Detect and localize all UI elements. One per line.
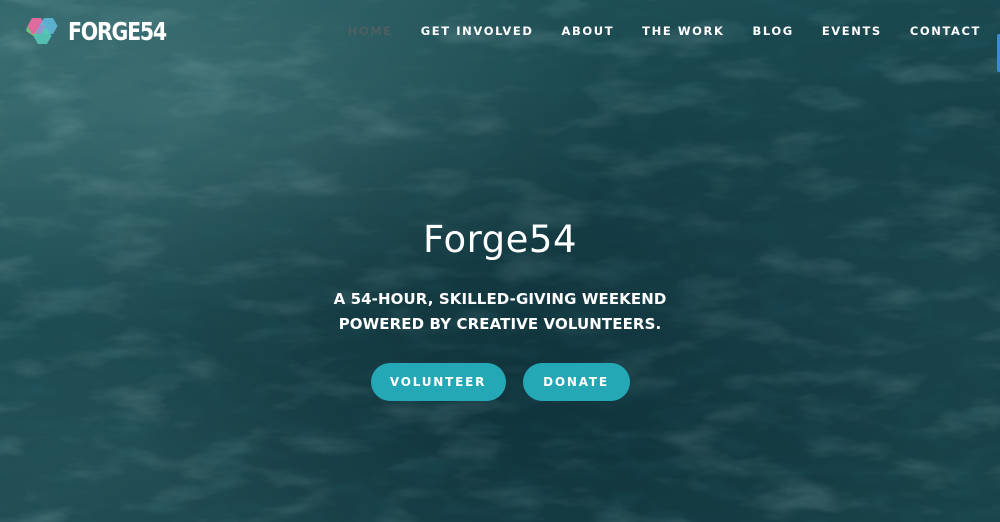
hero-subtitle-line-1: A 54-HOUR, SKILLED-GIVING WEEKEND (333, 290, 667, 308)
hero-subtitle: A 54-HOUR, SKILLED-GIVING WEEKEND POWERE… (0, 287, 1000, 337)
donate-button[interactable]: DONATE (522, 363, 630, 401)
hero-section: Forge54 A 54-HOUR, SKILLED-GIVING WEEKEN… (0, 0, 1000, 522)
cta-buttons: VOLUNTEER DONATE (0, 363, 1000, 401)
page: FORGE54 HOME GET INVOLVED ABOUT THE WORK… (0, 0, 1000, 522)
hero-title: Forge54 (423, 218, 577, 261)
volunteer-button[interactable]: VOLUNTEER (370, 363, 506, 401)
hero-subtitle-line-2: POWERED BY CREATIVE VOLUNTEERS. (338, 315, 662, 333)
